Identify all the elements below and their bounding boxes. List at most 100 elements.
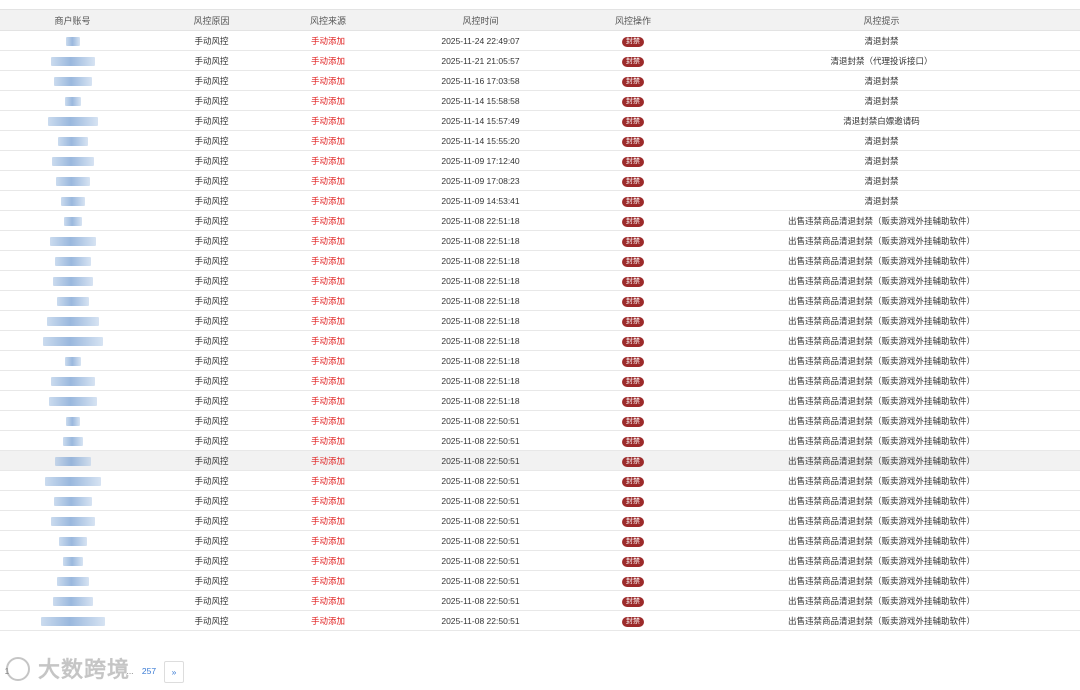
ban-action-badge[interactable]: 封禁 (622, 476, 644, 487)
ban-action-badge[interactable]: 封禁 (622, 396, 644, 407)
cell-account (0, 610, 145, 631)
table-row[interactable]: 手动风控 手动添加 2025-11-08 22:50:51 封禁 出售违禁商品清退封禁（… (0, 450, 1080, 471)
ban-action-badge[interactable]: 封禁 (622, 336, 644, 347)
ban-action-badge[interactable]: 封禁 (622, 616, 644, 627)
table-row[interactable]: 手动风控 手动添加 2025-11-21 21:05:57 封禁 清退封禁（代理投诉接口… (0, 50, 1080, 71)
table-row[interactable]: 手动风控 手动添加 2025-11-08 22:50:51 封禁 出售违禁商品清退封禁（… (0, 410, 1080, 431)
cell-hint: 出售违禁商品清退封禁（贩卖游戏外挂辅助软件） (683, 570, 1080, 591)
table-row[interactable]: 手动风控 手动添加 2025-11-08 22:51:18 封禁 出售违禁商品清退封禁（… (0, 370, 1080, 391)
redacted-account (62, 436, 83, 446)
ban-action-badge[interactable]: 封禁 (622, 256, 644, 267)
ban-action-badge[interactable]: 封禁 (622, 76, 644, 87)
cell-hint: 出售违禁商品清退封禁（贩卖游戏外挂辅助软件） (683, 310, 1080, 331)
ban-action-badge[interactable]: 封禁 (622, 116, 644, 127)
cell-action: 封禁 (583, 290, 683, 311)
cell-hint: 出售违禁商品清退封禁（贩卖游戏外挂辅助软件） (683, 530, 1080, 551)
cell-action: 封禁 (583, 370, 683, 391)
ban-action-badge[interactable]: 封禁 (622, 316, 644, 327)
cell-source: 手动添加 (278, 250, 378, 271)
table-row[interactable]: 手动风控 手动添加 2025-11-08 22:51:18 封禁 出售违禁商品清退封禁（… (0, 330, 1080, 351)
table-row[interactable]: 手动风控 手动添加 2025-11-08 22:51:18 封禁 出售违禁商品清退封禁（… (0, 250, 1080, 271)
cell-source: 手动添加 (278, 90, 378, 111)
cell-account (0, 570, 145, 591)
ban-action-badge[interactable]: 封禁 (622, 296, 644, 307)
cell-hint: 清退封禁（代理投诉接口） (683, 50, 1080, 71)
ban-action-badge[interactable]: 封禁 (622, 56, 644, 67)
cell-account (0, 430, 145, 451)
cell-action: 封禁 (583, 530, 683, 551)
table-row[interactable]: 手动风控 手动添加 2025-11-08 22:51:18 封禁 出售违禁商品清退封禁（… (0, 390, 1080, 411)
cell-account (0, 190, 145, 211)
ban-action-badge[interactable]: 封禁 (622, 416, 644, 427)
ban-action-badge[interactable]: 封禁 (622, 596, 644, 607)
table-row[interactable]: 手动风控 手动添加 2025-11-14 15:57:49 封禁 清退封禁白嫖邀请码 (0, 110, 1080, 131)
column-header-time: 风控时间 (378, 9, 583, 31)
cell-account (0, 90, 145, 111)
table-row[interactable]: 手动风控 手动添加 2025-11-08 22:50:51 封禁 出售违禁商品清退封禁（… (0, 570, 1080, 591)
cell-time: 2025-11-08 22:51:18 (378, 270, 583, 291)
ban-action-badge[interactable]: 封禁 (622, 136, 644, 147)
ban-action-badge[interactable]: 封禁 (622, 356, 644, 367)
table-row[interactable]: 手动风控 手动添加 2025-11-08 22:50:51 封禁 出售违禁商品清退封禁（… (0, 510, 1080, 531)
ban-action-badge[interactable]: 封禁 (622, 236, 644, 247)
table-row[interactable]: 手动风控 手动添加 2025-11-14 15:55:20 封禁 清退封禁 (0, 130, 1080, 151)
ban-action-badge[interactable]: 封禁 (622, 176, 644, 187)
cell-reason: 手动风控 (145, 410, 278, 431)
table-row[interactable]: 手动风控 手动添加 2025-11-08 22:51:18 封禁 出售违禁商品清退封禁（… (0, 270, 1080, 291)
cell-hint: 清退封禁白嫖邀请码 (683, 110, 1080, 131)
redacted-account (50, 516, 95, 526)
ban-action-badge[interactable]: 封禁 (622, 196, 644, 207)
table-row[interactable]: 手动风控 手动添加 2025-11-09 14:53:41 封禁 清退封禁 (0, 190, 1080, 211)
redacted-account (44, 476, 101, 486)
table-row[interactable]: 手动风控 手动添加 2025-11-16 17:03:58 封禁 清退封禁 (0, 70, 1080, 91)
table-row[interactable]: 手动风控 手动添加 2025-11-08 22:50:51 封禁 出售违禁商品清退封禁（… (0, 530, 1080, 551)
table-row[interactable]: 手动风控 手动添加 2025-11-08 22:51:18 封禁 出售违禁商品清退封禁（… (0, 210, 1080, 231)
column-header-reason: 风控原因 (145, 9, 278, 31)
page-link-last[interactable]: 257 (139, 661, 159, 681)
cell-account (0, 490, 145, 511)
table-row[interactable]: 手动风控 手动添加 2025-11-09 17:08:23 封禁 清退封禁 (0, 170, 1080, 191)
ban-action-badge[interactable]: 封禁 (622, 456, 644, 467)
table-row[interactable]: 手动风控 手动添加 2025-11-08 22:51:18 封禁 出售违禁商品清退封禁（… (0, 230, 1080, 251)
table-row[interactable]: 手动风控 手动添加 2025-11-08 22:50:51 封禁 出售违禁商品清退封禁（… (0, 590, 1080, 611)
ban-action-badge[interactable]: 封禁 (622, 496, 644, 507)
table-row[interactable]: 手动风控 手动添加 2025-11-08 22:50:51 封禁 出售违禁商品清退封禁（… (0, 610, 1080, 631)
table-row[interactable]: 手动风控 手动添加 2025-11-24 22:49:07 封禁 清退封禁 (0, 30, 1080, 51)
cell-time: 2025-11-08 22:50:51 (378, 550, 583, 571)
table-row[interactable]: 手动风控 手动添加 2025-11-08 22:51:18 封禁 出售违禁商品清退封禁（… (0, 310, 1080, 331)
watermark: 大数跨境 (6, 652, 130, 684)
table-row[interactable]: 手动风控 手动添加 2025-11-08 22:50:51 封禁 出售违禁商品清退封禁（… (0, 550, 1080, 571)
ban-action-badge[interactable]: 封禁 (622, 576, 644, 587)
redacted-account (49, 236, 96, 246)
cell-reason: 手动风控 (145, 530, 278, 551)
cell-time: 2025-11-08 22:51:18 (378, 350, 583, 371)
cell-time: 2025-11-08 22:50:51 (378, 570, 583, 591)
ban-action-badge[interactable]: 封禁 (622, 96, 644, 107)
redacted-account (65, 36, 80, 46)
cell-hint: 出售违禁商品清退封禁（贩卖游戏外挂辅助软件） (683, 390, 1080, 411)
cell-action: 封禁 (583, 30, 683, 51)
next-page-button[interactable]: » (164, 661, 184, 683)
ban-action-badge[interactable]: 封禁 (622, 436, 644, 447)
ban-action-badge[interactable]: 封禁 (622, 36, 644, 47)
table-row[interactable]: 手动风控 手动添加 2025-11-08 22:51:18 封禁 出售违禁商品清退封禁（… (0, 350, 1080, 371)
cell-account (0, 30, 145, 51)
ban-action-badge[interactable]: 封禁 (622, 556, 644, 567)
table-row[interactable]: 手动风控 手动添加 2025-11-08 22:50:51 封禁 出售违禁商品清退封禁（… (0, 490, 1080, 511)
ban-action-badge[interactable]: 封禁 (622, 276, 644, 287)
ban-action-badge[interactable]: 封禁 (622, 516, 644, 527)
table-row[interactable]: 手动风控 手动添加 2025-11-08 22:50:51 封禁 出售违禁商品清退封禁（… (0, 430, 1080, 451)
table-row[interactable]: 手动风控 手动添加 2025-11-08 22:50:51 封禁 出售违禁商品清退封禁（… (0, 470, 1080, 491)
ban-action-badge[interactable]: 封禁 (622, 376, 644, 387)
cell-action: 封禁 (583, 610, 683, 631)
cell-time: 2025-11-08 22:50:51 (378, 510, 583, 531)
ban-action-badge[interactable]: 封禁 (622, 536, 644, 547)
table-row[interactable]: 手动风控 手动添加 2025-11-09 17:12:40 封禁 清退封禁 (0, 150, 1080, 171)
ban-action-badge[interactable]: 封禁 (622, 216, 644, 227)
ban-action-badge[interactable]: 封禁 (622, 156, 644, 167)
table-row[interactable]: 手动风控 手动添加 2025-11-08 22:51:18 封禁 出售违禁商品清退封禁（… (0, 290, 1080, 311)
table-row[interactable]: 手动风控 手动添加 2025-11-14 15:58:58 封禁 清退封禁 (0, 90, 1080, 111)
cell-action: 封禁 (583, 150, 683, 171)
cell-reason: 手动风控 (145, 210, 278, 231)
cell-account (0, 350, 145, 371)
